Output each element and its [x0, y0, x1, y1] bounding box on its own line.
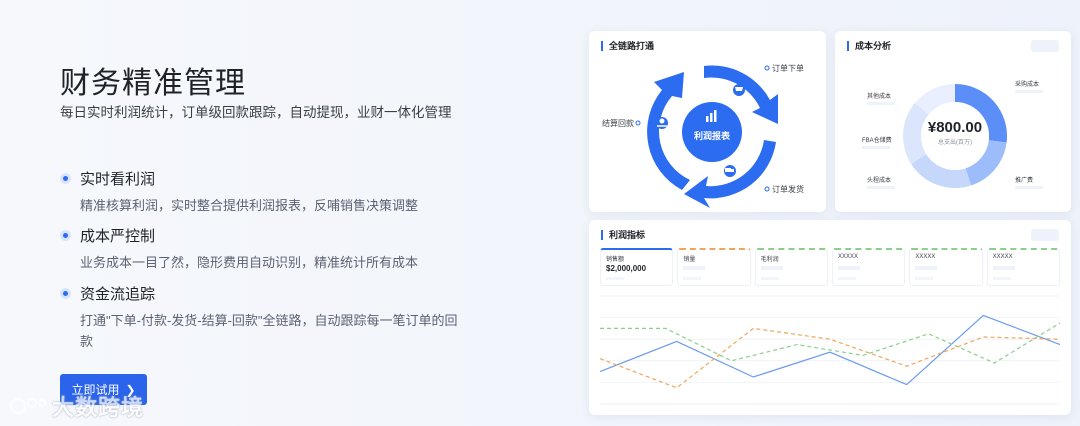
step-label-settle: 结算回款 — [602, 118, 634, 128]
coin-hand-icon — [656, 117, 668, 129]
feature-desc: 打通"下单-付款-发货-结算-回款"全链路，自动跟踪每一笔订单的回款 — [80, 313, 458, 349]
watermark: 大数跨境 — [8, 390, 144, 422]
feature-title: 资金流追踪 — [80, 285, 156, 303]
watermark-text: 大数跨境 — [52, 395, 145, 420]
label-first-leg: 头程成本 — [867, 176, 891, 184]
hero-section: 财务精准管理 每日实时利润统计，订单级回款跟踪，自动提现，业财一体化管理 实时看… — [60, 0, 580, 426]
series-line — [600, 322, 1061, 364]
feature-title: 实时看利润 — [80, 170, 156, 188]
center-label: 利润报表 — [693, 130, 731, 141]
label-other-cost: 其他成本 — [867, 92, 891, 100]
feature-cashflow: 资金流追踪 打通"下单-付款-发货-结算-回款"全链路，自动跟踪每一笔订单的回款 — [60, 283, 480, 352]
bullet-icon — [60, 287, 71, 299]
profit-card: 利润指标 销售额 $2,000,000 销量 毛利润 XXXXX XXXXX XXXXX — [589, 220, 1071, 415]
feature-desc: 业务成本一目了然，隐形费用自动识别，精准统计所有成本 — [80, 255, 419, 270]
step-label-order: 订单下单 — [772, 63, 804, 73]
bullet-icon — [60, 172, 71, 184]
page-title: 财务精准管理 — [60, 67, 246, 100]
donut-center-value: ¥800.00 — [928, 119, 982, 136]
label-purchase-cost: 采购成本 — [1015, 80, 1039, 88]
truck-icon — [724, 165, 736, 177]
feature-desc: 精准核算利润，实时整合提供利润报表，反哺销售决策调整 — [80, 198, 419, 213]
series-line — [599, 327, 1061, 389]
step-dot — [764, 186, 770, 192]
donut-center-sub: 总支出(百万) — [938, 138, 972, 146]
chain-diagram: 利润报表 订单下单 订单发货 结算回款 — [602, 63, 804, 208]
cost-donut-chart: ¥800.00 总支出(百万) 其他成本 FBA仓储费 头程成本 采购成本 推广… — [862, 80, 1043, 189]
step-dot — [764, 65, 770, 71]
label-promo-fee: 推广费 — [1015, 176, 1033, 184]
step-dot — [635, 120, 641, 126]
feature-title: 成本严控制 — [80, 227, 156, 245]
cost-card: 成本分析 ¥800.00 总支出(百万) 其他成本 FBA仓储费 头程成本 采购… — [835, 31, 1071, 212]
profit-line-chart — [599, 295, 1061, 405]
page-subtitle: 每日实时利润统计，订单级回款跟踪，自动提现，业财一体化管理 — [60, 105, 452, 120]
label-fba-storage: FBA仓储费 — [862, 136, 892, 144]
bullet-icon — [60, 229, 71, 241]
cart-icon — [733, 84, 745, 96]
chain-card: 全链路打通 利润报表 订单下单 订单发货 结算回款 — [589, 31, 826, 212]
donut-hole — [921, 102, 989, 170]
logo-icon — [9, 397, 46, 415]
feature-cost-control: 成本严控制 业务成本一目了然，隐形费用自动识别，精准统计所有成本 — [60, 225, 480, 273]
step-label-ship: 订单发货 — [772, 184, 804, 194]
feature-realtime-profit: 实时看利润 精准核算利润，实时整合提供利润报表，反哺销售决策调整 — [60, 168, 480, 216]
